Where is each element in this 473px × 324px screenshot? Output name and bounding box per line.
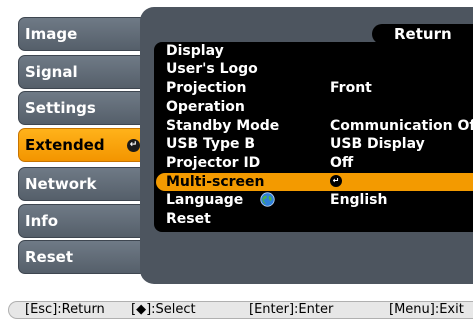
help-menu: [Menu]:Exit	[389, 302, 464, 317]
enter-icon: ↵	[330, 175, 342, 187]
menu-item-label: Signal	[25, 63, 78, 81]
settings-panel: Return Display User's Logo Projection Fr…	[140, 7, 473, 284]
menu-item-label: Network	[25, 175, 97, 193]
setting-label: Operation	[166, 99, 245, 115]
setting-row-operation[interactable]: Operation	[154, 98, 473, 116]
menu-item-info[interactable]: Info	[18, 204, 147, 238]
return-button[interactable]: Return	[372, 24, 473, 44]
setting-label: Display	[166, 43, 224, 59]
menu-item-label: Settings	[25, 99, 96, 117]
setting-value: Off	[330, 155, 354, 171]
help-enter: [Enter]:Enter	[249, 302, 334, 317]
setting-label: Standby Mode	[166, 118, 280, 134]
setting-label: Projection	[166, 80, 247, 96]
menu-item-label: Info	[25, 212, 59, 230]
menu-item-label: Reset	[25, 248, 73, 266]
setting-label: Language	[166, 192, 244, 208]
setting-row-usb-type-b[interactable]: USB Type B USB Display	[154, 135, 473, 153]
setting-label: USB Type B	[166, 136, 256, 152]
help-select: [◆]:Select	[131, 302, 196, 317]
setting-row-display[interactable]: Display	[154, 42, 473, 60]
setting-value: Communication Off	[330, 118, 473, 134]
menu-item-reset[interactable]: Reset	[18, 240, 147, 274]
setting-row-projection[interactable]: Projection Front	[154, 79, 473, 97]
setting-value: Front	[330, 80, 372, 96]
setting-label: User's Logo	[166, 61, 258, 77]
menu-item-label: Image	[25, 25, 78, 43]
setting-label: Reset	[166, 211, 211, 227]
help-bar: [Esc]:Return [◆]:Select [Enter]:Enter [M…	[8, 301, 473, 319]
menu-item-image[interactable]: Image	[18, 17, 147, 51]
settings-list: Display User's Logo Projection Front Ope…	[154, 42, 473, 232]
setting-row-projector-id[interactable]: Projector ID Off	[154, 154, 473, 172]
setting-row-users-logo[interactable]: User's Logo	[154, 60, 473, 78]
menu-item-extended[interactable]: Extended ↵	[18, 128, 147, 162]
setting-value: USB Display	[330, 136, 425, 152]
setting-label: Multi-screen	[166, 174, 265, 190]
setting-label: Projector ID	[166, 155, 261, 171]
help-esc: [Esc]:Return	[25, 302, 105, 317]
setting-row-reset[interactable]: Reset	[154, 210, 473, 228]
setting-row-multi-screen[interactable]: Multi-screen ↵	[154, 173, 473, 191]
menu-item-signal[interactable]: Signal	[18, 55, 147, 89]
enter-icon: ↵	[127, 139, 140, 152]
menu-item-network[interactable]: Network	[18, 167, 147, 201]
setting-value: English	[330, 192, 388, 208]
menu-item-settings[interactable]: Settings	[18, 91, 147, 125]
setting-row-standby-mode[interactable]: Standby Mode Communication Off	[154, 117, 473, 135]
setting-row-language[interactable]: Language English	[154, 191, 473, 209]
globe-icon	[260, 192, 275, 207]
menu-item-label: Extended	[25, 136, 105, 154]
